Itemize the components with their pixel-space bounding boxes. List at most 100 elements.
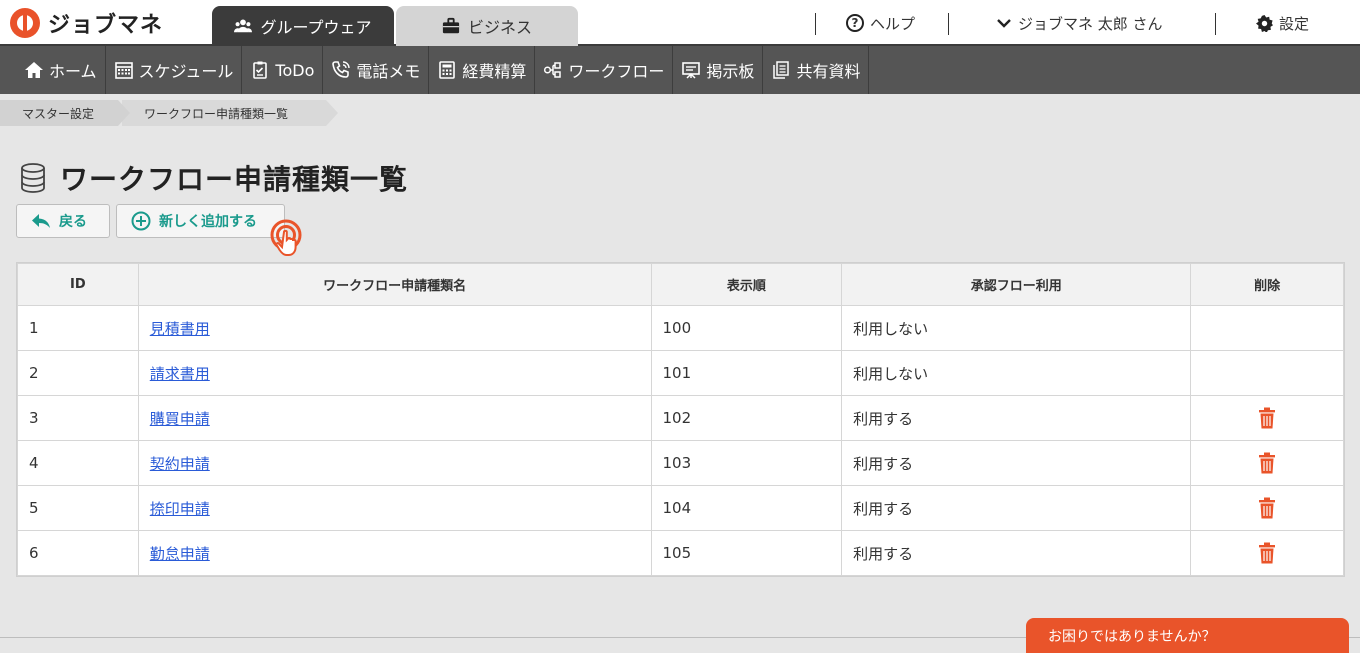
cell-order: 103 [650, 440, 843, 486]
nav-label: ホーム [49, 62, 97, 81]
cell-delete [1190, 350, 1344, 396]
cell-approval: 利用しない [841, 350, 1192, 396]
nav-label: 掲示板 [706, 62, 755, 81]
cell-id: 4 [17, 440, 139, 486]
add-label: 新しく追加する [159, 214, 257, 230]
divider [815, 13, 816, 35]
page-title: ワークフロー申請種類一覧 [60, 163, 409, 196]
cell-delete [1190, 530, 1344, 576]
cell-delete [1190, 485, 1344, 531]
plus-circle-icon [131, 211, 151, 231]
add-new-button[interactable]: 新しく追加する [116, 204, 285, 238]
cell-approval: 利用する [841, 485, 1192, 531]
workflow-type-link[interactable]: 契約申請 [150, 455, 210, 473]
nav-label: 電話メモ [356, 62, 421, 81]
table-row: 4 契約申請 103 利用する [17, 440, 1344, 486]
help-link[interactable]: ? ヘルプ [846, 0, 915, 46]
nav-label: ワークフロー [568, 62, 665, 81]
breadcrumb-master-settings[interactable]: マスター設定 [0, 100, 130, 126]
support-chat-button[interactable]: お困りではありませんか？ [1026, 618, 1349, 653]
cell-id: 6 [17, 530, 139, 576]
nav-label: スケジュール [138, 62, 234, 81]
help-label: ヘルプ [870, 14, 916, 33]
checklist-icon [253, 61, 268, 79]
logo-text: ジョブマネ [48, 13, 164, 38]
workflow-type-link[interactable]: 購買申請 [150, 410, 210, 428]
chevron-down-icon [997, 19, 1011, 28]
documents-icon [773, 61, 790, 79]
nav-label: 経費精算 [462, 62, 527, 81]
board-icon [682, 62, 701, 79]
trash-icon[interactable] [1258, 497, 1276, 519]
top-bar: ジョブマネ グループウェア ビジネス ? ヘルプ ジョブマネ 太郎 さん 設定 [0, 0, 1360, 46]
nav-item-workflow[interactable]: ワークフロー [535, 46, 674, 94]
trash-icon[interactable] [1258, 452, 1276, 474]
trash-icon[interactable] [1258, 407, 1276, 429]
cell-name: 契約申請 [137, 440, 652, 486]
table-row: 1 見積書用 100 利用しない [17, 305, 1344, 351]
cell-delete [1190, 305, 1344, 351]
home-icon [25, 62, 43, 78]
col-header-approval[interactable]: 承認フロー利用 [841, 263, 1192, 306]
tab-label: ビジネス [467, 18, 532, 37]
cell-name: 購買申請 [137, 395, 652, 441]
nav-item-expenses[interactable]: 経費精算 [429, 46, 536, 94]
gear-icon [1256, 14, 1273, 32]
logo-mark-icon [10, 8, 40, 38]
user-menu[interactable]: ジョブマネ 太郎 さん [996, 0, 1163, 46]
page-header: ワークフロー申請種類一覧 [20, 158, 408, 198]
table-row: 3 購買申請 102 利用する [17, 395, 1344, 441]
breadcrumb-current: ワークフロー申請種類一覧 [122, 100, 338, 126]
nav-item-board[interactable]: 掲示板 [673, 46, 764, 94]
tab-groupware[interactable]: グループウェア [212, 6, 394, 46]
nav-item-todo[interactable]: ToDo [242, 46, 324, 94]
nav-item-schedule[interactable]: スケジュール [106, 46, 243, 94]
question-icon: ? [846, 14, 864, 32]
cell-id: 5 [17, 485, 139, 531]
main-nav: ホーム スケジュール ToDo 電話メモ 経費精算 ワークフロー 掲示板 共有資… [0, 46, 1360, 94]
workflow-icon [544, 62, 562, 78]
cell-delete [1190, 395, 1344, 441]
cell-name: 請求書用 [137, 350, 652, 396]
database-icon [21, 163, 45, 193]
table-row: 2 請求書用 101 利用しない [17, 350, 1344, 396]
settings-link[interactable]: 設定 [1256, 0, 1309, 46]
cell-name: 勤怠申請 [137, 530, 652, 576]
logo[interactable]: ジョブマネ [10, 7, 163, 39]
col-header-id[interactable]: ID [17, 263, 139, 306]
cell-order: 105 [650, 530, 843, 576]
divider [1215, 13, 1216, 35]
workflow-type-link[interactable]: 勤怠申請 [150, 545, 210, 563]
nav-item-phone-memo[interactable]: 電話メモ [323, 46, 430, 94]
cell-order: 104 [650, 485, 843, 531]
col-header-order[interactable]: 表示順 [650, 263, 843, 306]
back-button[interactable]: 戻る [16, 204, 110, 238]
cell-order: 100 [650, 305, 843, 351]
cell-order: 101 [650, 350, 843, 396]
tap-cursor-icon [270, 219, 302, 256]
back-label: 戻る [59, 214, 87, 230]
calendar-icon [114, 62, 133, 79]
table-header-row: ID ワークフロー申請種類名 表示順 承認フロー利用 削除 [17, 263, 1344, 306]
users-icon [234, 19, 253, 33]
table-row: 5 捺印申請 104 利用する [17, 485, 1344, 531]
tab-business[interactable]: ビジネス [396, 6, 578, 46]
workflow-types-table: ID ワークフロー申請種類名 表示順 承認フロー利用 削除 1 見積書用 100… [16, 262, 1345, 577]
phone-icon [332, 61, 351, 78]
col-header-name[interactable]: ワークフロー申請種類名 [137, 263, 652, 306]
workflow-type-link[interactable]: 請求書用 [150, 365, 210, 383]
nav-item-shared-docs[interactable]: 共有資料 [763, 46, 870, 94]
trash-icon[interactable] [1258, 542, 1276, 564]
nav-item-home[interactable]: ホーム [16, 46, 106, 94]
cell-id: 3 [17, 395, 139, 441]
nav-label: ToDo [275, 60, 315, 80]
cell-id: 1 [17, 305, 139, 351]
user-name: ジョブマネ 太郎 さん [1018, 14, 1163, 33]
cell-name: 捺印申請 [137, 485, 652, 531]
divider [948, 13, 949, 35]
workflow-type-link[interactable]: 捺印申請 [150, 500, 210, 518]
cell-name: 見積書用 [137, 305, 652, 351]
nav-label: 共有資料 [796, 62, 861, 81]
workflow-type-link[interactable]: 見積書用 [150, 320, 210, 338]
cell-approval: 利用しない [841, 305, 1192, 351]
